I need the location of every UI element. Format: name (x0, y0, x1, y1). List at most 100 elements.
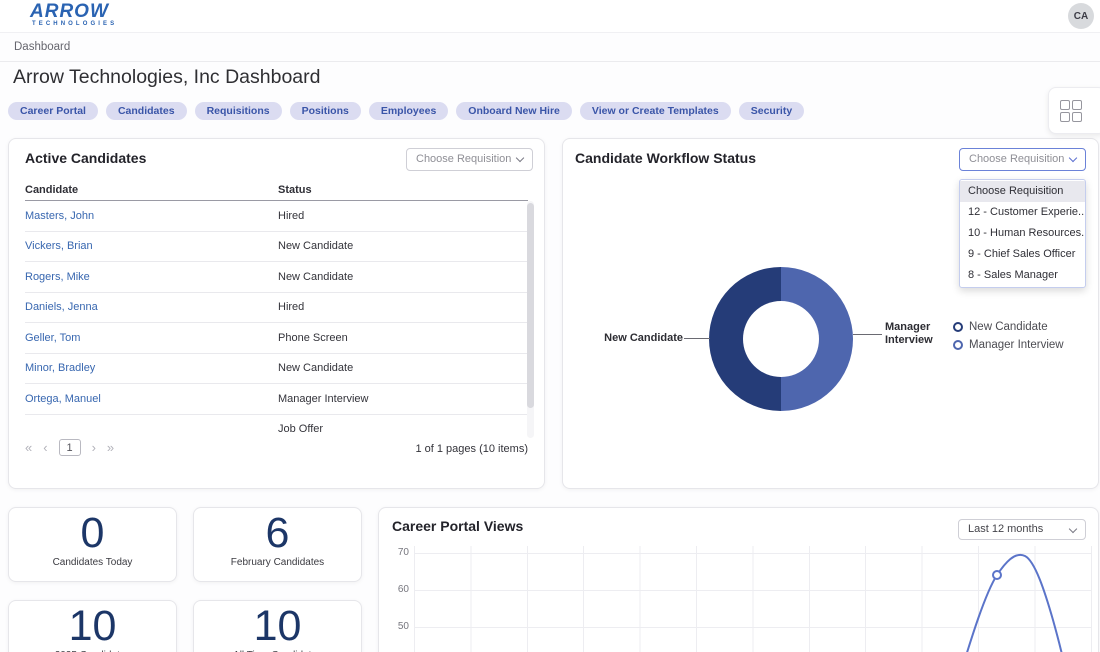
candidate-status: Hired (278, 209, 305, 222)
candidate-status: New Candidate (278, 362, 354, 375)
table-row[interactable]: Minor, Bradley New Candidate (25, 354, 528, 384)
nav-pill-requisitions[interactable]: Requisitions (194, 102, 282, 120)
legend-item-manager-interview[interactable]: Manager Interview (953, 339, 1064, 351)
dropdown-option-choose-requisition[interactable]: Choose Requisition (960, 181, 1085, 202)
stat-candidates-today: 0 Candidates Today (8, 507, 177, 582)
candidates-table-header: Candidate Status (25, 179, 528, 201)
legend-label: New Candidate (969, 321, 1048, 333)
candidate-name-link[interactable]: Geller, Tom (25, 332, 278, 344)
table-row[interactable]: Daniels, Jenna Hired (25, 293, 528, 323)
requisition-filter-select[interactable]: Choose Requisition (406, 148, 533, 171)
legend-label: Manager Interview (969, 339, 1064, 351)
table-row[interactable]: Job Offer (25, 415, 528, 439)
stat-february-candidates: 6 February Candidates (193, 507, 362, 582)
workflow-donut-chart (709, 267, 853, 411)
select-value: Choose Requisition (969, 153, 1065, 165)
career-portal-views-card: Career Portal Views Last 12 months 70 60… (378, 507, 1099, 652)
nav-pill-career-portal[interactable]: Career Portal (8, 102, 98, 120)
pager-last-button[interactable]: » (107, 440, 114, 455)
callout-line-right (853, 334, 882, 335)
page-title: Arrow Technologies, Inc Dashboard (13, 66, 321, 88)
column-header-candidate[interactable]: Candidate (25, 184, 278, 196)
stat-label: Candidates Today (52, 557, 133, 568)
stat-value: 10 (68, 602, 117, 650)
donut-label-new-candidate: New Candidate (604, 332, 683, 344)
nav-pills: Career Portal Candidates Requisitions Po… (8, 102, 805, 120)
column-header-status[interactable]: Status (278, 184, 312, 196)
select-value: Choose Requisition (416, 153, 512, 165)
active-candidates-title: Active Candidates (25, 150, 147, 166)
candidate-status: Phone Screen (278, 331, 348, 344)
pager-page-button[interactable]: 1 (58, 439, 81, 456)
table-row[interactable]: Rogers, Mike New Candidate (25, 262, 528, 293)
candidate-name-link[interactable]: Ortega, Manuel (25, 393, 278, 405)
table-row[interactable]: Masters, John Hired (25, 201, 528, 232)
pager-summary: 1 of 1 pages (10 items) (415, 443, 528, 455)
nav-pill-positions[interactable]: Positions (289, 102, 361, 120)
stat-all-time-candidates: 10 All Time Candidates (193, 600, 362, 652)
table-scrollbar[interactable] (527, 201, 534, 438)
pagination: « ‹ 1 › » (25, 439, 114, 456)
candidate-name-link[interactable]: Minor, Bradley (25, 362, 278, 374)
nav-pill-onboard-new-hire[interactable]: Onboard New Hire (456, 102, 572, 120)
legend-marker-icon (953, 340, 963, 350)
logo-wordmark: ARROW (30, 1, 109, 22)
stat-value: 6 (265, 509, 290, 557)
candidate-name-link[interactable]: Daniels, Jenna (25, 301, 278, 313)
dashboard-layout-button[interactable] (1048, 87, 1100, 134)
legend-marker-icon (953, 322, 963, 332)
chevron-down-icon (1068, 153, 1078, 163)
dropdown-option-9-chief-sales-officer[interactable]: 9 - Chief Sales Officer (960, 244, 1085, 265)
donut-hole (743, 301, 819, 377)
legend-item-new-candidate[interactable]: New Candidate (953, 321, 1064, 333)
chevron-down-icon (1068, 524, 1078, 534)
app-header: ARROW TECHNOLOGIES CA (0, 0, 1100, 33)
dashboard-app: ARROW TECHNOLOGIES CA Dashboard Arrow Te… (0, 0, 1100, 652)
nav-pill-view-or-create-templates[interactable]: View or Create Templates (579, 102, 731, 120)
user-avatar[interactable]: CA (1068, 3, 1094, 29)
scrollbar-thumb[interactable] (527, 203, 534, 408)
dropdown-option-10-human-resources[interactable]: 10 - Human Resources... (960, 223, 1085, 244)
nav-pill-employees[interactable]: Employees (368, 102, 449, 120)
candidate-status: Job Offer (278, 423, 324, 436)
select-value: Last 12 months (968, 523, 1044, 535)
dropdown-option-12-customer-experience[interactable]: 12 - Customer Experie... (960, 202, 1085, 223)
y-axis-tick-50: 50 (397, 621, 409, 632)
candidates-table-body: Masters, John Hired Vickers, Brian New C… (25, 201, 528, 438)
candidate-status: Manager Interview (278, 392, 369, 405)
stat-2025-candidates: 10 2025 Candidates (8, 600, 177, 652)
candidate-status: Hired (278, 301, 305, 314)
workflow-status-title: Candidate Workflow Status (575, 150, 756, 166)
table-row[interactable]: Geller, Tom Phone Screen (25, 323, 528, 354)
workflow-requisition-select[interactable]: Choose Requisition (959, 148, 1086, 171)
candidate-name-link[interactable]: Vickers, Brian (25, 240, 278, 252)
pager-first-button[interactable]: « (25, 440, 32, 455)
dropdown-option-8-sales-manager[interactable]: 8 - Sales Manager (960, 265, 1085, 286)
career-portal-views-title: Career Portal Views (392, 518, 524, 534)
nav-pill-security[interactable]: Security (738, 102, 805, 120)
callout-line-left (684, 338, 710, 339)
pager-prev-button[interactable]: ‹ (43, 440, 47, 455)
data-point-marker[interactable] (992, 570, 1002, 580)
stat-value: 10 (253, 602, 302, 650)
table-row[interactable]: Vickers, Brian New Candidate (25, 232, 528, 262)
breadcrumb-dashboard[interactable]: Dashboard (14, 33, 70, 62)
active-candidates-card: Active Candidates Choose Requisition Can… (8, 138, 545, 489)
candidate-status: New Candidate (278, 240, 354, 253)
y-axis-tick-60: 60 (397, 584, 409, 595)
logo-subtitle: TECHNOLOGIES (32, 21, 118, 27)
stat-value: 0 (80, 509, 105, 557)
donut-label-manager-interview: Manager Interview (885, 321, 933, 346)
nav-pill-candidates[interactable]: Candidates (105, 102, 187, 120)
grid-icon (1060, 100, 1082, 122)
table-row[interactable]: Ortega, Manuel Manager Interview (25, 384, 528, 415)
views-line-series (966, 553, 1063, 652)
pager-next-button[interactable]: › (92, 440, 96, 455)
career-views-line-chart (414, 546, 1092, 652)
chevron-down-icon (515, 153, 525, 163)
chart-legend: New Candidate Manager Interview (953, 321, 1064, 351)
candidate-name-link[interactable]: Rogers, Mike (25, 271, 278, 283)
date-range-select[interactable]: Last 12 months (958, 519, 1086, 540)
candidate-name-link[interactable]: Masters, John (25, 210, 278, 222)
arrow-technologies-logo: ARROW TECHNOLOGIES (30, 1, 118, 28)
